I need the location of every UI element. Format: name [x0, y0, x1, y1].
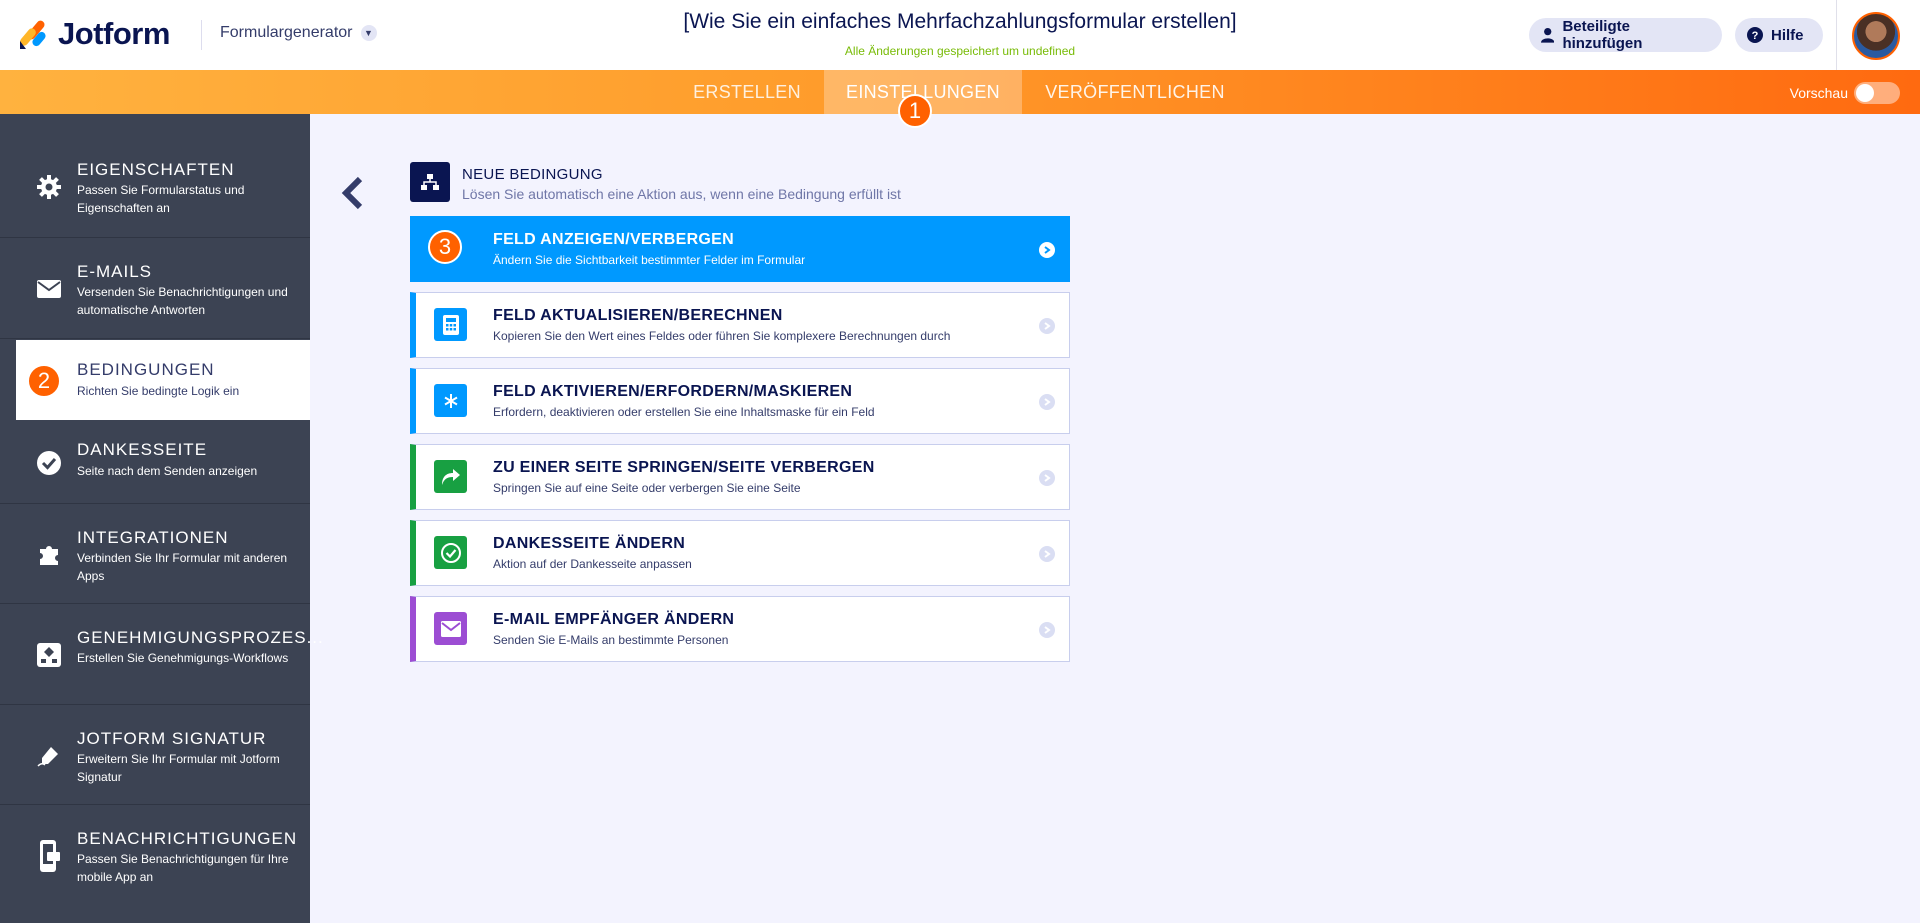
sidebar-item-desc: Passen Sie Benachrichtigungen für Ihre m… [77, 852, 289, 884]
settings-sidebar: EIGENSCHAFTEN Passen Sie Formularstatus … [0, 114, 323, 923]
pen-icon [36, 743, 62, 769]
card-desc: Erfordern, deaktivieren oder erstellen S… [493, 405, 875, 419]
back-chevron-icon[interactable] [338, 176, 366, 210]
sidebar-item-integrations[interactable]: INTEGRATIONEN Verbinden Sie Ihr Formular… [0, 504, 310, 604]
sidebar-item-approval[interactable]: GENEHMIGUNGSPROZES... Erstellen Sie Gene… [0, 604, 323, 705]
preview-label: Vorschau [1789, 85, 1848, 101]
condition-card-show-hide[interactable]: FELD ANZEIGEN/VERBERGEN Ändern Sie die S… [410, 216, 1070, 282]
asterisk-icon [434, 384, 467, 417]
envelope-icon [434, 612, 467, 645]
mobile-icon [36, 840, 62, 872]
chevron-right-icon [1039, 546, 1055, 562]
sidebar-item-title: BEDINGUNGEN [77, 360, 215, 379]
sidebar-item-emails[interactable]: E-MAILS Versenden Sie Benachrichtigungen… [0, 238, 310, 339]
card-title: FELD ANZEIGEN/VERBERGEN [493, 231, 734, 248]
step-badge-1: 1 [898, 94, 932, 128]
chevron-right-icon [1039, 242, 1055, 258]
sidebar-item-desc: Richten Sie bedingte Logik ein [77, 384, 240, 398]
preview-toggle-group: Vorschau [1790, 82, 1900, 104]
sidebar-item-desc: Seite nach dem Senden anzeigen [77, 464, 258, 478]
card-title: FELD AKTUALISIEREN/BERECHNEN [493, 307, 783, 324]
new-condition-subtitle: Lösen Sie automatisch eine Aktion aus, w… [462, 186, 901, 202]
card-desc: Kopieren Sie den Wert eines Feldes oder … [493, 329, 951, 343]
sidebar-item-desc: Verbinden Sie Ihr Formular mit anderen A… [77, 551, 288, 583]
tab-publish[interactable]: VERÖFFENTLICHEN [1024, 70, 1246, 114]
sidebar-item-title: GENEHMIGUNGSPROZES... [77, 628, 324, 647]
condition-card-change-email-recipient[interactable]: E-MAIL EMPFÄNGER ÄNDERN Senden Sie E-Mai… [410, 596, 1070, 662]
svg-text:?: ? [1752, 30, 1759, 42]
sidebar-item-properties[interactable]: EIGENSCHAFTEN Passen Sie Formularstatus … [0, 114, 310, 238]
puzzle-icon [36, 542, 62, 568]
check-circle-icon [36, 450, 62, 476]
chevron-right-icon [1039, 394, 1055, 410]
avatar[interactable] [1852, 12, 1900, 60]
tab-create[interactable]: ERSTELLEN [672, 70, 822, 114]
new-condition-title: NEUE BEDINGUNG [462, 166, 603, 183]
condition-card-change-thankyou[interactable]: DANKESSEITE ÄNDERN Aktion auf der Dankes… [410, 520, 1070, 586]
help-button[interactable]: ? Hilfe [1735, 18, 1823, 52]
sidebar-item-desc: Passen Sie Formularstatus und Eigenschaf… [77, 183, 245, 215]
user-icon [1541, 27, 1555, 43]
check-circle-icon [434, 536, 467, 569]
card-title: FELD AKTIVIEREN/ERFORDERN/MASKIEREN [493, 383, 853, 400]
sidebar-item-thankyou[interactable]: DANKESSEITE Seite nach dem Senden anzeig… [0, 420, 310, 504]
workflow-icon [36, 642, 62, 668]
step-badge-2: 2 [27, 364, 61, 398]
help-icon: ? [1747, 27, 1763, 43]
envelope-icon [36, 276, 62, 302]
sidebar-item-desc: Erweitern Sie Ihr Formular mit Jotform S… [77, 752, 280, 784]
card-title: ZU EINER SEITE SPRINGEN/SEITE VERBERGEN [493, 459, 875, 476]
sidebar-item-title: INTEGRATIONEN [77, 528, 229, 547]
sidebar-item-title: E-MAILS [77, 262, 153, 281]
chevron-right-icon [1039, 470, 1055, 486]
sidebar-item-title: BENACHRICHTIGUNGEN [77, 829, 298, 848]
step-badge-3: 3 [428, 230, 462, 264]
sidebar-item-notifications[interactable]: BENACHRICHTIGUNGEN Passen Sie Benachrich… [0, 805, 310, 923]
sidebar-item-signature[interactable]: JOTFORM SIGNATUR Erweitern Sie Ihr Formu… [0, 705, 310, 805]
card-title: DANKESSEITE ÄNDERN [493, 535, 686, 552]
share-arrow-icon [434, 460, 467, 493]
preview-toggle[interactable] [1854, 82, 1900, 104]
add-participants-label: Beteiligte hinzufügen [1562, 18, 1643, 52]
sitemap-icon [410, 162, 450, 202]
card-title: E-MAIL EMPFÄNGER ÄNDERN [493, 611, 735, 628]
header-divider-right [1836, 0, 1837, 70]
sidebar-item-title: JOTFORM SIGNATUR [77, 729, 267, 748]
chevron-right-icon [1039, 622, 1055, 638]
chevron-right-icon [1039, 318, 1055, 334]
help-label: Hilfe [1771, 26, 1804, 44]
card-desc: Ändern Sie die Sichtbarkeit bestimmter F… [493, 253, 806, 267]
sidebar-item-desc: Erstellen Sie Genehmigungs-Workflows [77, 651, 289, 665]
sidebar-item-desc: Versenden Sie Benachrichtigungen und aut… [77, 285, 288, 317]
condition-card-enable-require-mask[interactable]: FELD AKTIVIEREN/ERFORDERN/MASKIEREN Erfo… [410, 368, 1070, 434]
card-desc: Senden Sie E-Mails an bestimmte Personen [493, 633, 729, 647]
main-tab-bar: ERSTELLEN EINSTELLUNGEN VERÖFFENTLICHEN … [0, 70, 1920, 114]
condition-card-update-calculate[interactable]: FELD AKTUALISIEREN/BERECHNEN Kopieren Si… [410, 292, 1070, 358]
sidebar-item-title: EIGENSCHAFTEN [77, 160, 235, 179]
card-desc: Aktion auf der Dankesseite anpassen [493, 557, 692, 571]
top-header: Jotform Formulargenerator ▼ [Wie Sie ein… [0, 0, 1920, 70]
add-participants-button[interactable]: Beteiligte hinzufügen [1529, 18, 1722, 52]
condition-card-skip-hide-page[interactable]: ZU EINER SEITE SPRINGEN/SEITE VERBERGEN … [410, 444, 1070, 510]
card-desc: Springen Sie auf eine Seite oder verberg… [493, 481, 801, 495]
sidebar-item-title: DANKESSEITE [77, 440, 208, 459]
gear-icon [36, 174, 62, 200]
calculator-icon [434, 308, 467, 341]
